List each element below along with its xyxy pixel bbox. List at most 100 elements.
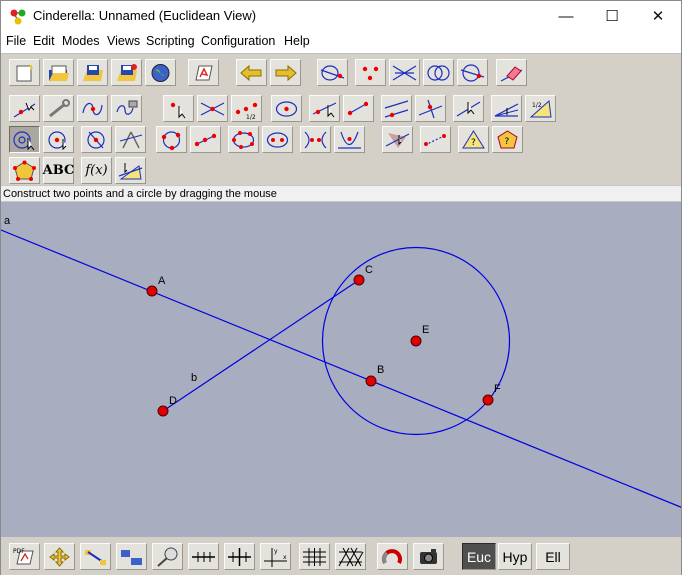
function-tool[interactable]: f(x) — [81, 157, 112, 184]
hyperbolic-mode-button[interactable]: Hyp — [498, 543, 532, 570]
segment-points-tool[interactable] — [190, 126, 221, 153]
parabola-tool[interactable] — [334, 126, 365, 153]
minimize-button[interactable]: — — [543, 1, 589, 31]
maximize-button[interactable]: ☐ — [589, 1, 635, 31]
text-comment-tool[interactable]: ? — [458, 126, 489, 153]
two-points-segment-icon — [194, 133, 217, 146]
open-file-button[interactable] — [43, 59, 74, 86]
circle-by-points-tool[interactable] — [9, 126, 40, 153]
regular-polygon-tool[interactable] — [9, 157, 40, 184]
save-file-button[interactable] — [77, 59, 108, 86]
point-e[interactable] — [410, 335, 422, 347]
elliptic-mode-button[interactable]: Ell — [536, 543, 570, 570]
fit-view-button[interactable] — [152, 543, 183, 570]
information-tool[interactable] — [43, 95, 74, 122]
lines-icon — [392, 64, 417, 81]
point-a[interactable] — [146, 285, 158, 297]
toggle-grid-button[interactable] — [224, 543, 255, 570]
polygon-tool[interactable] — [382, 126, 413, 153]
menu-file[interactable]: File — [6, 34, 26, 48]
coordinate-system-button[interactable]: yx — [260, 543, 291, 570]
menu-help[interactable]: Help — [284, 34, 310, 48]
status-message: Construct two points and a circle by dra… — [1, 185, 681, 202]
cinderella-app-icon — [10, 9, 26, 25]
point-d[interactable] — [157, 405, 169, 417]
save-as-button[interactable] — [111, 59, 142, 86]
select-conics-tool[interactable] — [423, 59, 454, 86]
svg-text:x: x — [283, 554, 287, 561]
transformation-tool[interactable] — [420, 126, 451, 153]
menu-edit[interactable]: Edit — [33, 34, 55, 48]
parallel-tool[interactable] — [381, 95, 412, 122]
geometry-canvas[interactable]: a b A B C D E F — [1, 202, 681, 537]
redo-button[interactable] — [270, 59, 301, 86]
point-c[interactable] — [353, 274, 365, 286]
add-point-tool[interactable] — [163, 95, 194, 122]
angle-bisector-tool[interactable] — [491, 95, 522, 122]
circle-radius-tool[interactable] — [81, 126, 112, 153]
undo-button[interactable] — [236, 59, 267, 86]
square-grid-button[interactable] — [299, 543, 330, 570]
compass-tool[interactable] — [115, 126, 146, 153]
text-tool[interactable]: ABC — [43, 157, 74, 184]
select-all-points-tool[interactable] — [355, 59, 386, 86]
menu-configuration[interactable]: Configuration — [201, 34, 275, 48]
label-point-a: A — [158, 275, 166, 287]
deselect-tool[interactable] — [457, 59, 488, 86]
svg-text:y: y — [274, 548, 278, 555]
snap-button[interactable] — [377, 543, 408, 570]
point-f[interactable] — [482, 394, 494, 406]
zoom-in-arrow-icon — [85, 549, 106, 565]
locus-tool[interactable] — [77, 95, 108, 122]
animation-tool[interactable] — [111, 95, 142, 122]
export-pdf-button[interactable]: PDF — [9, 543, 40, 570]
segment-tool[interactable] — [343, 95, 374, 122]
export-web-button[interactable] — [145, 59, 176, 86]
line-a[interactable] — [1, 229, 681, 508]
title-bar: Cinderella: Unnamed (Euclidean View) — ☐… — [1, 1, 681, 31]
euclidean-mode-button[interactable]: Euc — [462, 543, 496, 570]
midpoint-tool[interactable]: 1/2 — [231, 95, 262, 122]
zoom-in-button[interactable] — [80, 543, 111, 570]
toggle-axes-button[interactable] — [188, 543, 219, 570]
ellipse-tool[interactable] — [262, 126, 293, 153]
triangular-grid-button[interactable] — [335, 543, 366, 570]
calculation-tool[interactable] — [115, 157, 146, 184]
line-through-tool[interactable] — [453, 95, 484, 122]
menu-views[interactable]: Views — [107, 34, 140, 48]
circle-by-three-points-tool[interactable] — [156, 126, 187, 153]
function-label: f(x) — [85, 163, 108, 178]
camera-button[interactable] — [413, 543, 444, 570]
open-file-icon — [49, 65, 69, 81]
points-icon — [362, 66, 379, 80]
circle-center-tool[interactable] — [271, 95, 302, 122]
ratio-label: 1/2 — [246, 114, 256, 120]
zoom-out-button[interactable] — [116, 543, 147, 570]
new-file-button[interactable] — [9, 59, 40, 86]
intersection-tool[interactable] — [197, 95, 228, 122]
perpendicular-icon — [418, 99, 443, 118]
locus-curve-icon — [82, 102, 103, 115]
label-point-b: B — [377, 364, 384, 376]
check-tool[interactable]: ? — [492, 126, 523, 153]
close-button[interactable]: ✕ — [635, 1, 681, 31]
menu-modes[interactable]: Modes — [62, 34, 100, 48]
translate-view-button[interactable] — [44, 543, 75, 570]
segment-b[interactable] — [162, 279, 360, 412]
move-tool[interactable] — [9, 95, 40, 122]
line-tool[interactable] — [309, 95, 340, 122]
circle-tool[interactable] — [43, 126, 74, 153]
move-arrows-icon — [49, 546, 70, 567]
print-pdf-button[interactable] — [188, 59, 219, 86]
perpendicular-tool[interactable] — [415, 95, 446, 122]
delete-tool[interactable] — [496, 59, 527, 86]
conic-five-points-tool[interactable] — [228, 126, 259, 153]
select-lines-tool[interactable] — [389, 59, 420, 86]
point-b[interactable] — [365, 375, 377, 387]
polygon-question-icon: ? — [497, 129, 518, 148]
select-points-tool[interactable] — [317, 59, 348, 86]
menu-scripting[interactable]: Scripting — [146, 34, 195, 48]
angle-measure-tool[interactable]: 1/2 — [525, 95, 556, 122]
eraser-icon — [500, 65, 523, 82]
hyperbola-tool[interactable] — [300, 126, 331, 153]
